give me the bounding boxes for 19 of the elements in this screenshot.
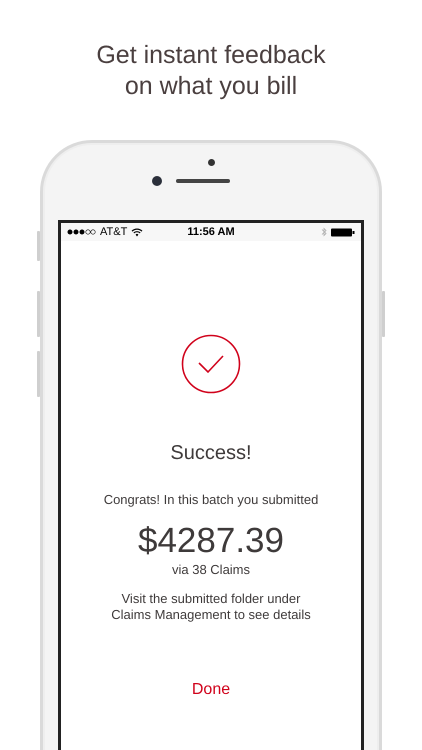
signal-icon bbox=[67, 229, 96, 235]
wifi-icon bbox=[131, 228, 144, 236]
carrier-name: AT&T bbox=[100, 226, 128, 238]
amount-text: $4287.39 bbox=[138, 521, 284, 561]
note-text: Claims Management to see details bbox=[111, 607, 311, 623]
claims-count: via 38 Claims bbox=[172, 562, 250, 577]
checkmark-icon bbox=[181, 334, 241, 394]
message-text: Congrats! In this batch you submitted bbox=[104, 492, 318, 507]
battery-icon bbox=[331, 228, 355, 236]
success-title: Success! bbox=[170, 442, 252, 465]
bluetooth-icon bbox=[321, 227, 327, 237]
note-text: Visit the submitted folder under bbox=[122, 591, 300, 607]
done-button[interactable]: Done bbox=[184, 677, 238, 703]
headline: Get instant feedback bbox=[96, 40, 326, 71]
speaker-icon bbox=[176, 179, 230, 183]
status-time: 11:56 AM bbox=[187, 226, 235, 238]
sensor-icon bbox=[208, 159, 214, 166]
camera-icon bbox=[152, 176, 162, 186]
headline: on what you bill bbox=[124, 71, 298, 102]
